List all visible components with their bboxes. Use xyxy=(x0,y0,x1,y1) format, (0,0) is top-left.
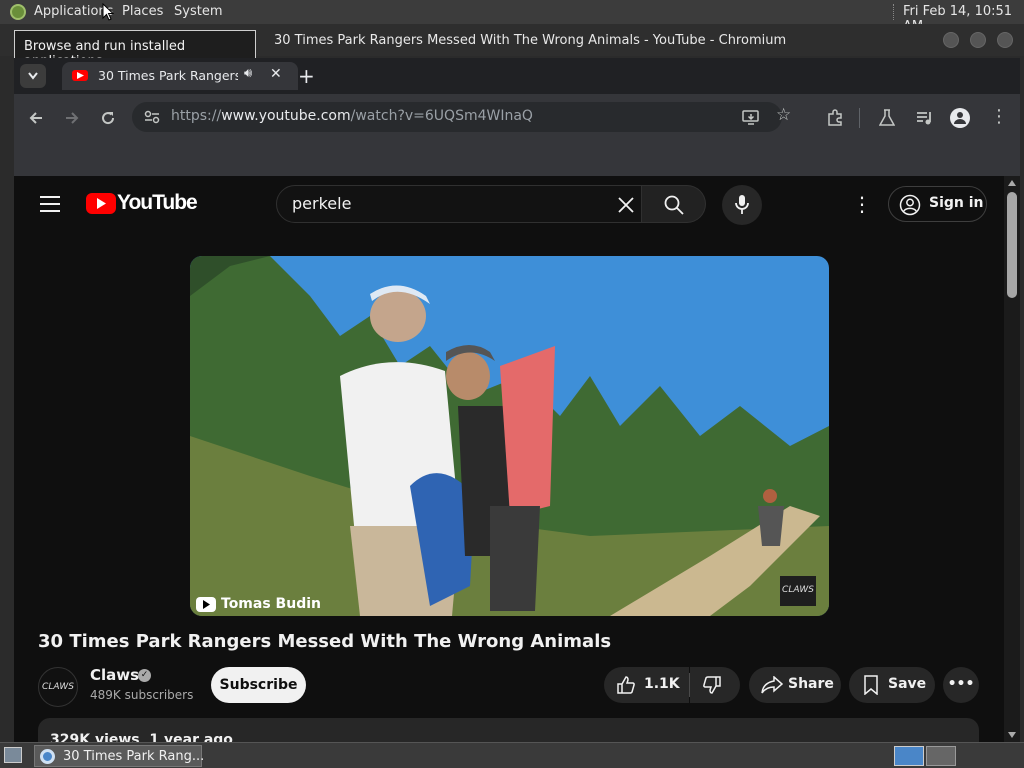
subscriber-count: 489K subscribers xyxy=(90,688,194,702)
tab-youtube[interactable]: 30 Times Park Rangers M 🔊︎ ✕ xyxy=(62,62,298,90)
url-path: /watch?v=6UQSm4WInaQ xyxy=(350,108,533,124)
subscribe-button[interactable]: Subscribe xyxy=(211,667,306,703)
bookmark-icon xyxy=(864,675,878,695)
video-frame xyxy=(190,256,829,616)
save-label: Save xyxy=(888,676,927,692)
voice-search-button[interactable] xyxy=(722,185,762,225)
show-desktop-icon[interactable] xyxy=(4,747,22,763)
youtube-favicon-icon xyxy=(72,70,88,81)
chevron-down-icon xyxy=(28,72,38,80)
scroll-down-icon[interactable] xyxy=(1008,732,1016,738)
media-control-icon[interactable] xyxy=(916,109,934,127)
taskbar-item-chromium[interactable]: 30 Times Park Rang... xyxy=(34,745,205,767)
more-actions-button[interactable]: ••• xyxy=(943,667,979,703)
tab-search-button[interactable] xyxy=(20,64,46,88)
scroll-thumb[interactable] xyxy=(1007,192,1017,298)
verified-badge-icon: ✓ xyxy=(138,669,151,682)
workspace-switcher-2[interactable] xyxy=(926,746,956,766)
toolbar-divider xyxy=(859,108,860,128)
url-host: www.youtube.com xyxy=(221,108,351,124)
system-panel: Applications Places System Fri Feb 14, 1… xyxy=(0,0,1024,34)
video-title: 30 Times Park Rangers Messed With The Wr… xyxy=(38,631,612,652)
more-horizontal-icon: ••• xyxy=(947,676,975,692)
panel-separator xyxy=(893,4,895,20)
channel-avatar[interactable]: CLAWS xyxy=(38,667,78,707)
share-icon xyxy=(761,676,783,694)
description-box[interactable]: 329K views 1 year ago xyxy=(38,718,979,742)
search-input[interactable]: perkele xyxy=(276,185,642,223)
tab-close-icon[interactable]: ✕ xyxy=(270,66,282,82)
play-icon xyxy=(77,72,84,79)
sign-in-label: Sign in xyxy=(929,195,984,211)
view-count-date: 329K views 1 year ago xyxy=(50,732,233,742)
labs-flask-icon[interactable] xyxy=(879,109,895,127)
thumbs-up-icon xyxy=(617,676,635,694)
browser-menu-icon[interactable]: ⋮ xyxy=(990,106,1008,127)
mouse-cursor-icon xyxy=(102,3,114,21)
share-button[interactable]: Share xyxy=(749,667,841,703)
extensions-icon[interactable] xyxy=(826,109,844,127)
search-input-value: perkele xyxy=(292,194,352,213)
video-player[interactable]: Tomas Budin CLAWS xyxy=(190,256,829,616)
search-button[interactable] xyxy=(642,185,706,223)
tab-audio-icon[interactable]: 🔊︎ xyxy=(244,66,252,81)
person-icon xyxy=(954,112,966,124)
like-count: 1.1K xyxy=(644,676,680,692)
taskbar: 30 Times Park Rang... xyxy=(0,742,1024,768)
chromium-icon xyxy=(40,749,55,764)
address-bar[interactable]: https://www.youtube.com/watch?v=6UQSm4WI… xyxy=(132,102,791,132)
back-icon[interactable] xyxy=(28,110,44,126)
hamburger-menu-icon[interactable] xyxy=(40,196,60,212)
thumbs-down-icon xyxy=(703,676,721,694)
page-scrollbar[interactable] xyxy=(1004,176,1020,742)
close-window-button[interactable] xyxy=(997,32,1013,48)
save-button[interactable]: Save xyxy=(849,667,935,703)
url-text: https://www.youtube.com/watch?v=6UQSm4WI… xyxy=(171,108,533,124)
search-icon xyxy=(664,195,684,215)
bookmark-star-icon[interactable]: ☆ xyxy=(776,105,791,125)
settings-more-icon[interactable]: ⋮ xyxy=(852,192,872,216)
reload-icon[interactable] xyxy=(100,110,116,126)
forward-icon[interactable] xyxy=(64,110,80,126)
apps-menu-icon[interactable] xyxy=(10,4,26,20)
profile-avatar-icon[interactable] xyxy=(950,108,970,128)
sign-in-button[interactable]: Sign in xyxy=(888,186,987,222)
play-icon xyxy=(97,198,106,209)
share-label: Share xyxy=(788,676,834,692)
youtube-watermark-icon xyxy=(196,597,216,612)
places-menu[interactable]: Places xyxy=(122,4,163,19)
install-app-icon[interactable] xyxy=(742,109,760,125)
new-tab-button[interactable]: + xyxy=(298,64,315,88)
url-scheme: https:// xyxy=(171,108,222,124)
microphone-icon xyxy=(735,195,749,214)
site-info-icon[interactable] xyxy=(144,110,160,124)
youtube-page: YouTube perkele ⋮ Sign in Tomas Budin CL… xyxy=(14,176,1004,742)
play-icon xyxy=(203,600,210,609)
tab-title: 30 Times Park Rangers M xyxy=(98,68,238,83)
clear-search-icon[interactable] xyxy=(617,196,635,214)
window-title: 30 Times Park Rangers Messed With The Wr… xyxy=(274,33,787,48)
account-icon xyxy=(899,194,921,216)
dislike-button[interactable] xyxy=(690,667,740,703)
browser-toolbar: https://www.youtube.com/watch?v=6UQSm4WI… xyxy=(14,94,1020,176)
youtube-logo-text: YouTube xyxy=(117,191,198,214)
channel-corner-logo: CLAWS xyxy=(780,576,816,606)
tab-strip: 30 Times Park Rangers M 🔊︎ ✕ + xyxy=(14,58,1020,94)
channel-name[interactable]: Claws xyxy=(90,666,139,684)
minimize-button[interactable] xyxy=(943,32,959,48)
youtube-logo-icon xyxy=(86,193,116,214)
scroll-up-icon[interactable] xyxy=(1008,180,1016,186)
system-menu[interactable]: System xyxy=(174,4,222,19)
like-button[interactable]: 1.1K xyxy=(604,667,689,703)
maximize-button[interactable] xyxy=(970,32,986,48)
workspace-switcher[interactable] xyxy=(894,746,924,766)
taskbar-item-label: 30 Times Park Rang... xyxy=(63,749,205,764)
watermark-text: Tomas Budin xyxy=(221,596,321,612)
